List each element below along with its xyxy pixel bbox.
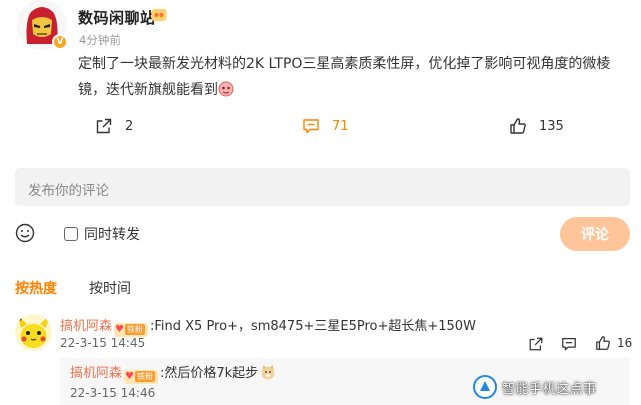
watermark-text: 智能手机这点事 [502,382,597,397]
reply-line: 搞机阿森 ♥ 铁粉:然后价格7k起步 [70,362,276,384]
fan-badge-label: 铁粉 [124,324,145,335]
commenter-name[interactable]: 搞机阿森 [60,319,112,334]
comment-like-count: 16 [617,336,633,350]
share-button[interactable]: 2 [95,117,133,135]
emoji-icon [218,81,234,97]
reply-fan-badge-label: 铁粉 [134,371,155,382]
comment-date: 22-3-15 14:45 [60,336,146,350]
comment-like-button[interactable]: 16 [595,335,632,351]
share-count: 2 [125,118,134,134]
comment-line: 搞机阿森 ♥ 铁粉:Find X5 Pro+，sm8475+三星E5Pro+超长焦+… [60,315,476,337]
comment-text: :Find X5 Pro+，sm8475+三星E5Pro+超长焦+150W [149,319,476,334]
watermark-logo-icon [473,375,497,399]
doge-emoji-icon [261,365,275,380]
comment-button[interactable]: 71 [302,117,349,135]
like-count: 135 [539,118,564,134]
comment-input-placeholder: 发布你的评论 [28,183,109,199]
comment-reply-icon[interactable] [561,336,577,352]
comment-icon [303,119,319,134]
post-author-name[interactable]: 数码闲聊站 [78,7,156,28]
post-timestamp: 4分钟前 [79,33,121,47]
thumbs-up-icon [510,118,526,134]
post-text: 定制了一块最新发光材料的2K LTPO三星高素质柔性屏，优化掉了影响可视角度的微… [78,56,611,98]
commenter-avatar[interactable] [15,314,52,351]
reply-date: 22-3-15 14:46 [70,386,156,400]
reply-fan-badge: ♥ 铁粉 [124,369,158,384]
share-icon [96,118,112,134]
tab-sort-by-time[interactable]: 按时间 [89,278,131,298]
fan-badge: ♥ 铁粉 [114,322,148,337]
repost-label[interactable]: 同时转发 [84,224,140,244]
reply-author-name[interactable]: 搞机阿森 [70,366,122,381]
heart-icon: ♥ [115,324,124,335]
post-content: 定制了一块最新发光材料的2K LTPO三星高素质柔性屏，优化掉了影响可视角度的微… [78,51,630,103]
emoji-picker-icon[interactable] [15,223,35,243]
tab-sort-by-hot[interactable]: 按热度 [15,278,57,298]
comment-count: 71 [332,118,349,134]
reply-text: :然后价格7k起步 [159,366,259,381]
fan-medal-icon [151,9,167,21]
verified-badge-icon: V [52,34,68,50]
submit-comment-button[interactable]: 评论 [560,217,630,251]
comment-thumbs-up-icon [596,336,610,350]
like-button[interactable]: 135 [509,117,564,135]
heart-icon: ♥ [125,371,134,382]
repost-checkbox[interactable] [64,227,78,241]
comment-share-icon[interactable] [528,336,544,352]
